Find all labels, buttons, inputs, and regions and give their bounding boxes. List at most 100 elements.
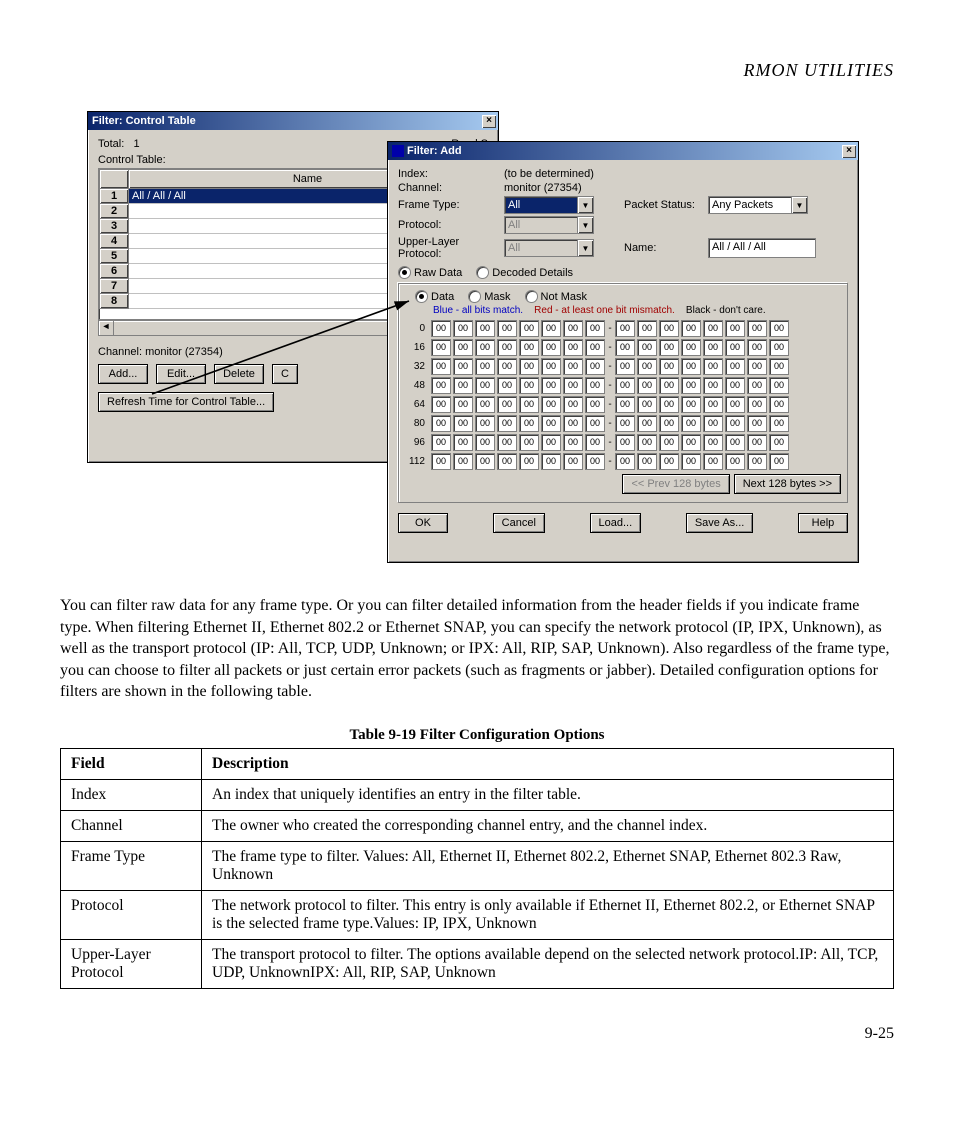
hex-cell[interactable]: 00: [703, 396, 723, 413]
hex-cell[interactable]: 00: [497, 415, 517, 432]
hex-cell[interactable]: 00: [431, 358, 451, 375]
hex-cell[interactable]: 00: [747, 434, 767, 451]
hex-cell[interactable]: 00: [475, 453, 495, 470]
hex-cell[interactable]: 00: [541, 377, 561, 394]
hex-cell[interactable]: 00: [725, 358, 745, 375]
hex-cell[interactable]: 00: [475, 396, 495, 413]
decoded-details-radio[interactable]: Decoded Details: [476, 266, 573, 279]
hex-cell[interactable]: 00: [681, 339, 701, 356]
hex-cell[interactable]: 00: [519, 434, 539, 451]
hex-cell[interactable]: 00: [659, 453, 679, 470]
hex-cell[interactable]: 00: [681, 415, 701, 432]
hex-cell[interactable]: 00: [725, 453, 745, 470]
hex-cell[interactable]: 00: [703, 415, 723, 432]
notmask-radio[interactable]: Not Mask: [525, 290, 587, 303]
hex-cell[interactable]: 00: [563, 320, 583, 337]
close-icon[interactable]: ×: [842, 145, 856, 158]
hex-cell[interactable]: 00: [703, 434, 723, 451]
hex-cell[interactable]: 00: [659, 396, 679, 413]
hex-cell[interactable]: 00: [659, 358, 679, 375]
hex-cell[interactable]: 00: [659, 415, 679, 432]
hex-cell[interactable]: 00: [585, 320, 605, 337]
hex-cell[interactable]: 00: [431, 377, 451, 394]
hex-cell[interactable]: 00: [659, 434, 679, 451]
hex-cell[interactable]: 00: [703, 339, 723, 356]
ok-button[interactable]: OK: [398, 513, 448, 533]
hex-cell[interactable]: 00: [659, 377, 679, 394]
hex-cell[interactable]: 00: [519, 396, 539, 413]
hex-cell[interactable]: 00: [681, 434, 701, 451]
c-button[interactable]: C: [272, 364, 298, 384]
hex-cell[interactable]: 00: [519, 358, 539, 375]
hex-cell[interactable]: 00: [615, 415, 635, 432]
hex-cell[interactable]: 00: [453, 415, 473, 432]
cancel-button[interactable]: Cancel: [493, 513, 545, 533]
delete-button[interactable]: Delete: [214, 364, 264, 384]
hex-cell[interactable]: 00: [747, 415, 767, 432]
hex-cell[interactable]: 00: [615, 453, 635, 470]
hex-cell[interactable]: 00: [475, 434, 495, 451]
hex-cell[interactable]: 00: [769, 453, 789, 470]
hex-cell[interactable]: 00: [453, 377, 473, 394]
hex-cell[interactable]: 00: [563, 434, 583, 451]
hex-cell[interactable]: 00: [431, 453, 451, 470]
add-button[interactable]: Add...: [98, 364, 148, 384]
name-field[interactable]: All / All / All: [708, 238, 816, 258]
hex-cell[interactable]: 00: [497, 320, 517, 337]
frame-type-select[interactable]: All▼: [504, 196, 594, 214]
hex-cell[interactable]: 00: [519, 339, 539, 356]
hex-cell[interactable]: 00: [585, 434, 605, 451]
hex-cell[interactable]: 00: [497, 358, 517, 375]
help-button[interactable]: Help: [798, 513, 848, 533]
hex-cell[interactable]: 00: [431, 434, 451, 451]
hex-cell[interactable]: 00: [637, 358, 657, 375]
hex-cell[interactable]: 00: [519, 377, 539, 394]
close-icon[interactable]: ×: [482, 115, 496, 128]
hex-cell[interactable]: 00: [747, 339, 767, 356]
hex-cell[interactable]: 00: [681, 358, 701, 375]
hex-cell[interactable]: 00: [703, 453, 723, 470]
hex-cell[interactable]: 00: [431, 415, 451, 432]
refresh-button[interactable]: Refresh Time for Control Table...: [98, 392, 274, 412]
raw-data-radio[interactable]: Raw Data: [398, 266, 462, 279]
hex-cell[interactable]: 00: [681, 320, 701, 337]
hex-cell[interactable]: 00: [585, 377, 605, 394]
hex-cell[interactable]: 00: [431, 396, 451, 413]
hex-cell[interactable]: 00: [453, 396, 473, 413]
hex-cell[interactable]: 00: [703, 377, 723, 394]
hex-cell[interactable]: 00: [563, 358, 583, 375]
hex-cell[interactable]: 00: [541, 320, 561, 337]
hex-cell[interactable]: 00: [453, 434, 473, 451]
hex-cell[interactable]: 00: [585, 453, 605, 470]
hex-cell[interactable]: 00: [725, 415, 745, 432]
hex-grid[interactable]: 00000000000000000-0000000000000000160000…: [405, 320, 841, 470]
hex-cell[interactable]: 00: [769, 358, 789, 375]
save-as-button[interactable]: Save As...: [686, 513, 754, 533]
hex-cell[interactable]: 00: [541, 453, 561, 470]
hex-cell[interactable]: 00: [637, 434, 657, 451]
hex-cell[interactable]: 00: [659, 320, 679, 337]
hex-cell[interactable]: 00: [747, 453, 767, 470]
hex-cell[interactable]: 00: [725, 396, 745, 413]
hex-cell[interactable]: 00: [637, 339, 657, 356]
data-radio[interactable]: Data: [415, 290, 454, 303]
hex-cell[interactable]: 00: [585, 396, 605, 413]
hex-cell[interactable]: 00: [615, 377, 635, 394]
hex-cell[interactable]: 00: [769, 377, 789, 394]
hex-cell[interactable]: 00: [497, 453, 517, 470]
hex-cell[interactable]: 00: [769, 434, 789, 451]
hex-cell[interactable]: 00: [563, 339, 583, 356]
hex-cell[interactable]: 00: [615, 434, 635, 451]
hex-cell[interactable]: 00: [747, 320, 767, 337]
hex-cell[interactable]: 00: [497, 396, 517, 413]
hex-cell[interactable]: 00: [769, 339, 789, 356]
hex-cell[interactable]: 00: [563, 453, 583, 470]
hex-cell[interactable]: 00: [637, 453, 657, 470]
hex-cell[interactable]: 00: [475, 320, 495, 337]
hex-cell[interactable]: 00: [563, 415, 583, 432]
hex-cell[interactable]: 00: [615, 320, 635, 337]
packet-status-select[interactable]: Any Packets▼: [708, 196, 808, 214]
hex-cell[interactable]: 00: [497, 339, 517, 356]
hex-cell[interactable]: 00: [747, 377, 767, 394]
hex-cell[interactable]: 00: [541, 358, 561, 375]
